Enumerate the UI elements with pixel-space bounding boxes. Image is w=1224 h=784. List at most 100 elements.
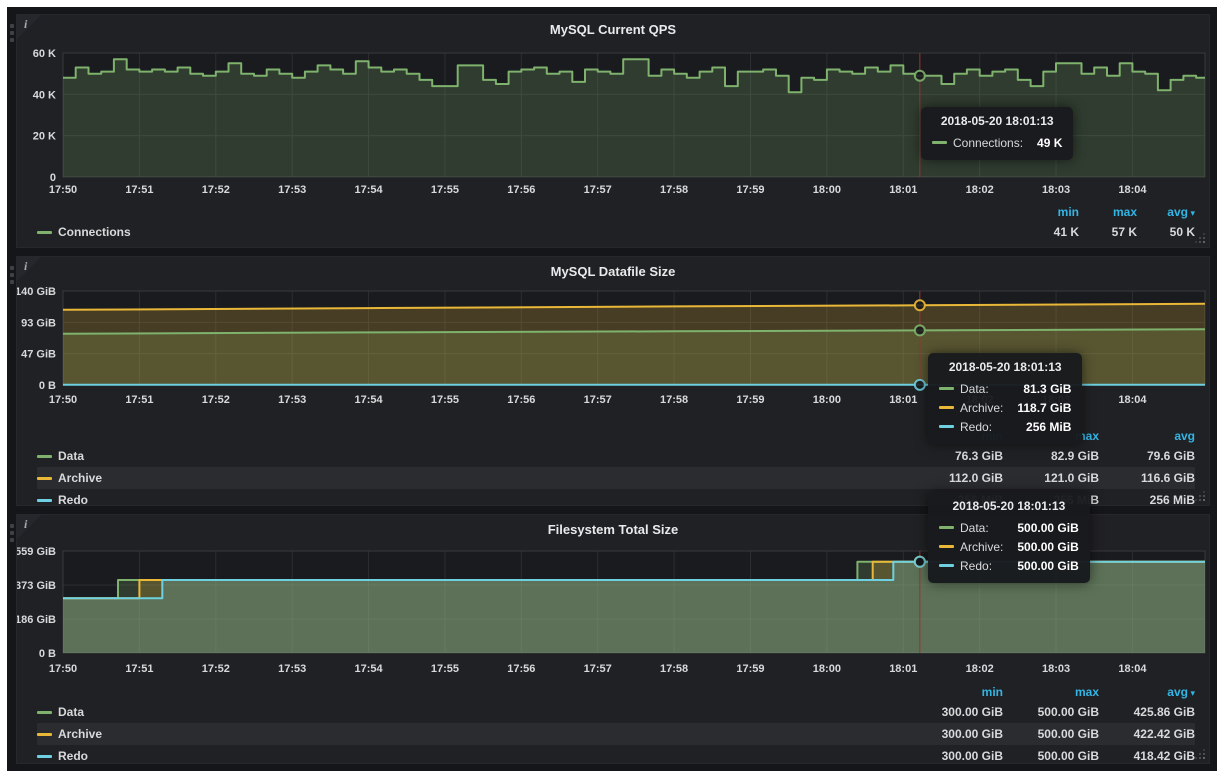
- panel-drag-grip[interactable]: [8, 21, 16, 45]
- legend-series-toggle-data[interactable]: Data: [37, 449, 907, 463]
- x-axis-tick-label: 17:52: [202, 184, 230, 196]
- legend-stat-avg: 425.86 GiB: [1099, 705, 1195, 719]
- panel-title[interactable]: MySQL Current QPS: [17, 15, 1209, 41]
- x-axis-tick-label: 17:51: [125, 184, 153, 196]
- legend-stat-max: 256 MiB: [1003, 493, 1099, 507]
- legend-stat-max: 121.0 GiB: [1003, 471, 1099, 485]
- x-axis-tick-label: 17:52: [202, 394, 230, 406]
- legend-series-label: Data: [58, 449, 84, 463]
- info-icon: i: [24, 259, 27, 274]
- legend-sort-min[interactable]: min: [1021, 205, 1079, 219]
- x-axis-tick-label: 17:55: [431, 184, 459, 196]
- x-axis-tick-label: 18:02: [966, 184, 994, 196]
- legend-stats-header-row: minmaxavg ▾: [37, 203, 1195, 221]
- legend-sort-avg[interactable]: avg: [1099, 429, 1195, 443]
- y-axis-tick-label: 60 K: [33, 48, 56, 60]
- legend-stat-min: 41 K: [1021, 225, 1079, 239]
- series-color-dash-icon: [37, 499, 52, 502]
- x-axis-tick-label: 18:00: [813, 184, 841, 196]
- datafile-size-time-series-chart[interactable]: 0 B47 GiB93 GiB140 GiB17:5017:5117:5217:…: [17, 283, 1211, 413]
- panel-filesystem-total-size: i Filesystem Total Size 0 B186 GiB373 Gi…: [16, 514, 1210, 764]
- x-axis-tick-label: 17:59: [736, 663, 764, 675]
- x-axis-tick-label: 17:56: [507, 394, 535, 406]
- y-axis-tick-label: 93 GiB: [21, 317, 56, 329]
- x-axis-tick-label: 17:51: [125, 394, 153, 406]
- x-axis-tick-label: 17:53: [278, 394, 306, 406]
- x-axis-tick-label: 18:03: [1042, 184, 1070, 196]
- legend-sort-min[interactable]: min: [907, 685, 1003, 699]
- legend-series-toggle-connections[interactable]: Connections: [37, 225, 1021, 239]
- legend-row-archive: Archive112.0 GiB121.0 GiB116.6 GiB: [37, 467, 1195, 489]
- series-color-dash-icon: [37, 231, 52, 234]
- x-axis-tick-label: 18:01: [889, 663, 917, 675]
- panel-title[interactable]: Filesystem Total Size: [17, 515, 1209, 541]
- legend-stat-avg: 418.42 GiB: [1099, 749, 1195, 763]
- legend-stat-min: 112.0 GiB: [907, 471, 1003, 485]
- y-axis-tick-label: 0: [50, 172, 56, 184]
- y-axis-tick-label: 559 GiB: [17, 546, 56, 558]
- y-axis-tick-label: 0 B: [39, 380, 56, 392]
- x-axis-tick-label: 17:54: [354, 184, 383, 196]
- panel-drag-grip[interactable]: [8, 521, 16, 545]
- legend-stat-avg: 422.42 GiB: [1099, 727, 1195, 741]
- legend-sort-max[interactable]: max: [1079, 205, 1137, 219]
- y-axis-tick-label: 373 GiB: [17, 580, 56, 592]
- legend-series-toggle-redo[interactable]: Redo: [37, 493, 907, 507]
- legend-series-toggle-redo[interactable]: Redo: [37, 749, 907, 763]
- x-axis-tick-label: 17:56: [507, 184, 535, 196]
- series-color-dash-icon: [37, 733, 52, 736]
- x-axis-tick-label: 18:04: [1118, 663, 1147, 675]
- legend-series-toggle-archive[interactable]: Archive: [37, 727, 907, 741]
- legend-series-toggle-data[interactable]: Data: [37, 705, 907, 719]
- y-axis-tick-label: 47 GiB: [21, 349, 56, 361]
- x-axis-tick-label: 18:04: [1118, 184, 1147, 196]
- panel-info-corner[interactable]: i: [17, 257, 43, 283]
- x-axis-tick-label: 18:02: [966, 663, 994, 675]
- x-axis-tick-label: 18:02: [966, 394, 994, 406]
- legend-sort-avg[interactable]: avg ▾: [1137, 205, 1195, 219]
- panel-drag-grip[interactable]: [8, 263, 16, 287]
- legend-sort-max[interactable]: max: [1003, 685, 1099, 699]
- x-axis-tick-label: 17:54: [354, 663, 383, 675]
- qps-time-series-chart[interactable]: 020 K40 K60 K17:5017:5117:5217:5317:5417…: [17, 41, 1211, 201]
- panel-title[interactable]: MySQL Datafile Size: [17, 257, 1209, 283]
- legend-row-data: Data300.00 GiB500.00 GiB425.86 GiB: [37, 701, 1195, 723]
- legend-row-redo: Redo256 MiB256 MiB256 MiB: [37, 489, 1195, 511]
- panel-resize-handle[interactable]: [1194, 490, 1206, 502]
- panel-resize-handle[interactable]: [1194, 232, 1206, 244]
- panel-info-corner[interactable]: i: [17, 15, 43, 41]
- legend-row-redo: Redo300.00 GiB500.00 GiB418.42 GiB: [37, 745, 1195, 767]
- legend-sort-avg[interactable]: avg ▾: [1099, 685, 1195, 699]
- legend-sort-max[interactable]: max: [1003, 429, 1099, 443]
- legend-stat-min: 300.00 GiB: [907, 705, 1003, 719]
- x-axis-tick-label: 18:01: [889, 184, 917, 196]
- legend-stat-avg: 256 MiB: [1099, 493, 1195, 507]
- series-color-dash-icon: [37, 755, 52, 758]
- legend-series-label: Connections: [58, 225, 131, 239]
- legend-series-label: Redo: [58, 749, 88, 763]
- info-icon: i: [24, 517, 27, 532]
- info-corner-triangle: [17, 257, 41, 281]
- y-axis-tick-label: 186 GiB: [17, 614, 56, 626]
- legend-stat-max: 500.00 GiB: [1003, 727, 1099, 741]
- panel-info-corner[interactable]: i: [17, 515, 43, 541]
- filesystem-size-time-series-chart[interactable]: 0 B186 GiB373 GiB559 GiB17:5017:5117:521…: [17, 541, 1211, 679]
- legend-table: minmaxavg ▾Connections41 K57 K50 K: [17, 203, 1209, 243]
- legend-stats-header-row: minmaxavg: [37, 427, 1195, 445]
- legend-sort-min[interactable]: min: [907, 429, 1003, 443]
- x-axis-tick-label: 17:53: [278, 184, 306, 196]
- legend-row-archive: Archive300.00 GiB500.00 GiB422.42 GiB: [37, 723, 1195, 745]
- panel-resize-handle[interactable]: [1194, 748, 1206, 760]
- panel-mysql-datafile-size: i MySQL Datafile Size 0 B47 GiB93 GiB140…: [16, 256, 1210, 506]
- y-axis-tick-label: 40 K: [33, 89, 56, 101]
- x-axis-tick-label: 17:55: [431, 663, 459, 675]
- sort-caret-icon: ▾: [1188, 208, 1195, 218]
- legend-row-data: Data76.3 GiB82.9 GiB79.6 GiB: [37, 445, 1195, 467]
- x-axis-tick-label: 18:03: [1042, 394, 1070, 406]
- legend-stat-max: 57 K: [1079, 225, 1137, 239]
- legend-series-toggle-archive[interactable]: Archive: [37, 471, 907, 485]
- x-axis-tick-label: 17:57: [584, 394, 612, 406]
- x-axis-tick-label: 17:59: [736, 184, 764, 196]
- legend-stats-header-row: minmaxavg ▾: [37, 683, 1195, 701]
- series-color-dash-icon: [37, 477, 52, 480]
